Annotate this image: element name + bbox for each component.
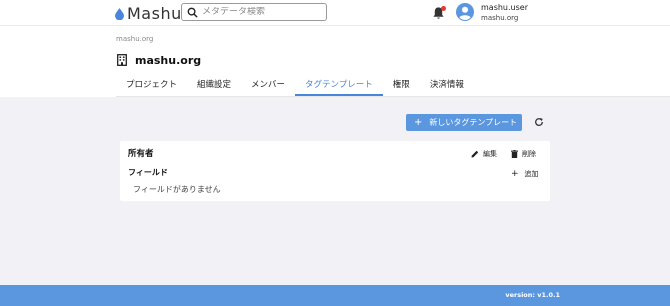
version-label: version: v1.0.1 [505, 291, 560, 299]
search-box[interactable] [181, 3, 327, 21]
fields-heading: フィールド [128, 168, 168, 177]
search-icon [187, 7, 198, 18]
main-content: + 新しいタグテンプレート 所有者 編集 削除 フィールド + 追加 フィールド… [0, 97, 670, 285]
delete-button[interactable]: 削除 [511, 149, 536, 159]
plus-icon: + [511, 169, 519, 179]
trash-icon [511, 150, 518, 158]
new-tag-template-button[interactable]: + 新しいタグテンプレート [406, 114, 522, 131]
breadcrumb[interactable]: mashu.org [116, 35, 153, 43]
drop-icon [115, 7, 124, 20]
empty-fields-message: フィールドがありません [133, 185, 221, 194]
tab-billing[interactable]: 決済情報 [420, 74, 474, 96]
brand-logo[interactable]: Mashu [115, 4, 182, 23]
search-input[interactable] [202, 7, 320, 17]
edit-label: 編集 [483, 150, 497, 158]
tab-bar: プロジェクト 組織設定 メンバー タグテンプレート 権限 決済情報 [116, 74, 474, 96]
edit-button[interactable]: 編集 [471, 149, 497, 159]
brand-name: Mashu [127, 4, 182, 23]
add-field-label: 追加 [524, 170, 539, 178]
tag-template-card: 所有者 編集 削除 フィールド + 追加 フィールドがありません [120, 141, 550, 201]
footer: version: v1.0.1 [0, 285, 670, 306]
plus-icon: + [414, 117, 423, 128]
tab-members[interactable]: メンバー [241, 74, 295, 96]
user-org: mashu.org [481, 14, 519, 22]
top-bar: Mashu mashu.user mashu.org [0, 0, 670, 26]
tab-tag-templates[interactable]: タグテンプレート [295, 74, 383, 96]
page-title: mashu.org [135, 54, 202, 67]
avatar[interactable] [456, 3, 474, 21]
add-field-button[interactable]: + 追加 [511, 169, 539, 179]
tab-org-settings[interactable]: 組織設定 [187, 74, 241, 96]
notification-badge [441, 6, 446, 11]
new-tag-template-label: 新しいタグテンプレート [429, 118, 518, 127]
building-icon [117, 54, 127, 66]
user-name[interactable]: mashu.user [481, 3, 528, 12]
refresh-icon[interactable] [534, 117, 544, 127]
pencil-icon [471, 150, 479, 158]
template-title: 所有者 [128, 149, 154, 159]
tab-permissions[interactable]: 権限 [383, 74, 420, 96]
tab-projects[interactable]: プロジェクト [116, 74, 187, 96]
delete-label: 削除 [522, 150, 536, 158]
